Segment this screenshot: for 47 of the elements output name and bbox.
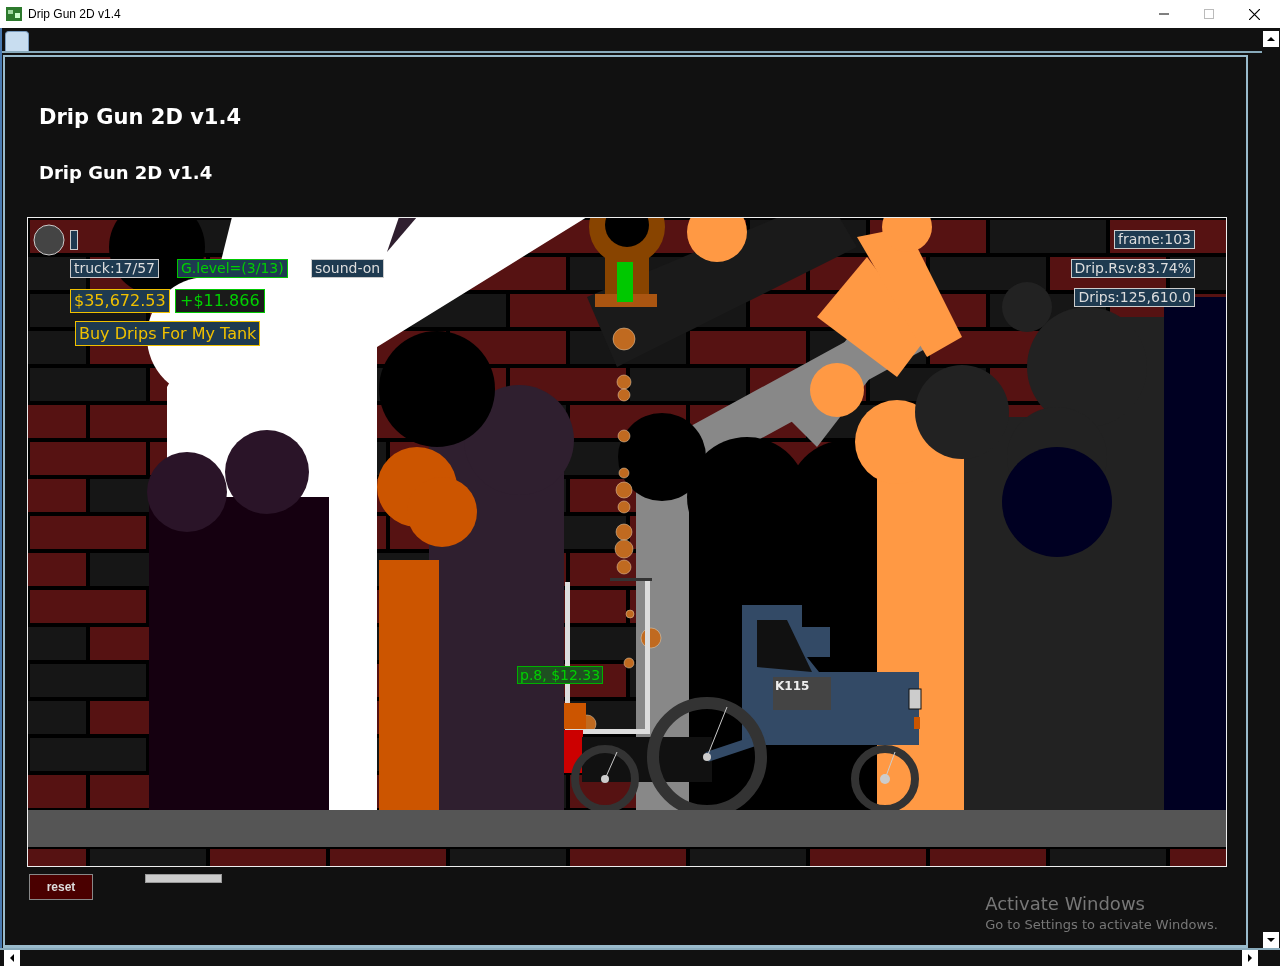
hud-label: $35,672.53 — [70, 289, 170, 313]
wall-brick — [1170, 849, 1226, 866]
wall-brick — [28, 849, 86, 866]
page-heading: Drip Gun 2D v1.4 — [39, 104, 243, 130]
hud-label: frame:103 — [1114, 230, 1195, 249]
drip-drop — [614, 539, 634, 559]
window-title: Drip Gun 2D v1.4 — [28, 7, 121, 21]
activation-title: Activate Windows — [985, 893, 1146, 915]
hud-label: truck:17/57 — [70, 259, 159, 278]
drip-drop — [615, 523, 633, 541]
drip-drop — [616, 374, 632, 390]
wall-brick — [28, 775, 86, 808]
page-subheading: Drip Gun 2D v1.4 — [39, 161, 214, 185]
wall-brick — [28, 479, 86, 512]
scroll-right-icon[interactable] — [1242, 950, 1258, 966]
wheel — [851, 745, 919, 813]
circle-icon — [33, 224, 65, 256]
wall-brick — [28, 553, 86, 586]
scroll-down-icon[interactable] — [1263, 932, 1279, 948]
scroll-left-icon[interactable] — [4, 950, 20, 966]
buy-drips-button[interactable]: Buy Drips For My Tank — [75, 321, 261, 346]
bar-indicator — [70, 230, 78, 250]
scroll-up-icon[interactable] — [1263, 31, 1279, 47]
reset-button[interactable]: reset — [29, 874, 93, 900]
app-icon — [6, 7, 22, 21]
drip-drop — [617, 429, 631, 443]
wall-brick — [28, 405, 86, 438]
wall-brick — [28, 627, 86, 660]
wall-brick — [28, 701, 86, 734]
truck-plate: K115 — [773, 677, 831, 710]
drip-drop — [623, 657, 635, 669]
wheel — [571, 745, 639, 813]
drip-drop — [612, 327, 636, 351]
hud-label: Drips:125,610.0 — [1074, 288, 1195, 307]
drip-drop — [625, 609, 635, 619]
activation-text: Go to Settings to activate Windows. — [985, 916, 1218, 934]
close-icon[interactable] — [1249, 8, 1260, 20]
hud-label: +$11.866 — [175, 289, 265, 313]
price-tag: p.8, $12.33 — [517, 666, 604, 684]
hud-label: Drip.Rsv:83.74% — [1070, 259, 1195, 278]
drip-drop — [617, 388, 631, 402]
drip-drop — [617, 500, 631, 514]
drip-drop — [618, 467, 630, 479]
hud-label: sound-on — [311, 259, 385, 278]
hud-label: G.level=(3/13) — [177, 259, 288, 278]
drip-drop — [616, 559, 632, 575]
drip-drop — [615, 481, 633, 499]
